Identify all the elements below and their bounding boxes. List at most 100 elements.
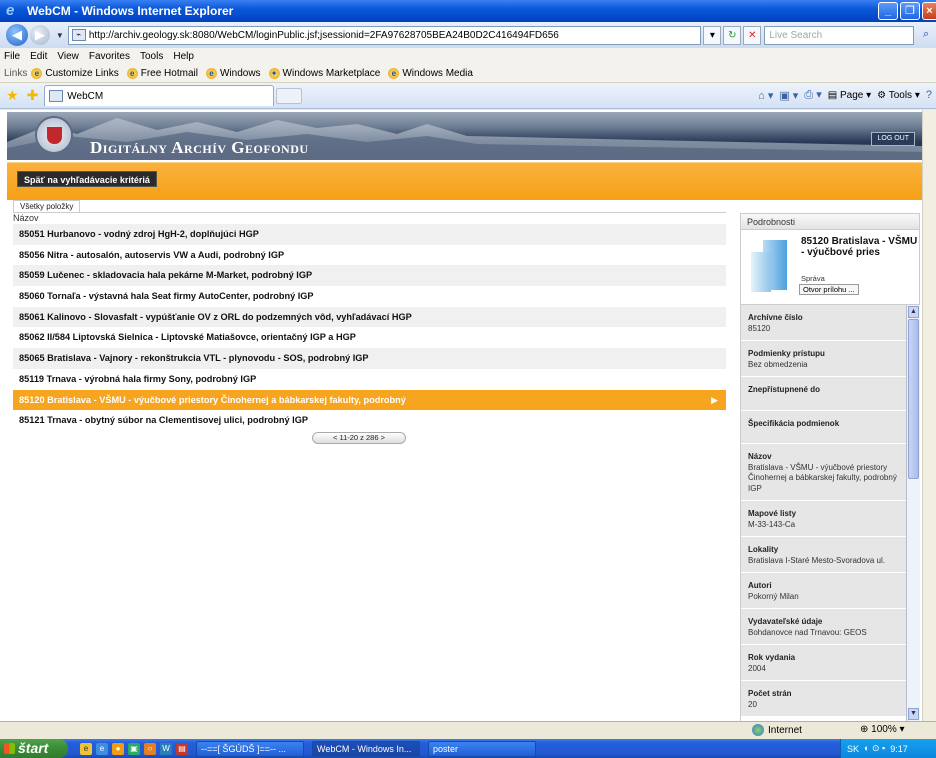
list-item-selected[interactable]: 85120 Bratislava - VŠMU - výučbové pries… (13, 389, 726, 411)
scroll-down-icon[interactable]: ▼ (908, 708, 919, 720)
ie-logo-icon: e (6, 2, 15, 19)
window-controls: _ ❐ × (878, 2, 936, 20)
quicklaunch-icon[interactable]: ○ (144, 742, 156, 755)
tab-bar: ★ ✚ WebCM ⌂ ▾ ▣ ▾ ⎙ ▾ ▤ Page ▾ ⚙ Tools ▾… (0, 83, 936, 109)
list-item[interactable]: 85065 Bratislava - Vajnory - rekonštrukc… (13, 348, 726, 369)
page-scrollbar[interactable] (922, 110, 936, 721)
refresh-icon[interactable]: ↻ (723, 25, 742, 45)
logout-button[interactable]: LOG OUT (871, 132, 915, 146)
document-icon (749, 240, 791, 292)
taskbar-task-sgudš[interactable]: --==[ ŠGÚDŠ ]==-- ... (196, 740, 304, 757)
field-archive-number: Archívne číslo 85120 (741, 305, 906, 341)
list-item[interactable]: 85051 Hurbanovo - vodný zdroj HgH-2, dop… (13, 224, 726, 245)
column-header-name[interactable]: Názov (13, 212, 726, 224)
links-label: Links (4, 68, 28, 79)
maximize-button[interactable]: ❐ (900, 2, 920, 20)
forward-arrow-icon[interactable]: ▶ (29, 25, 50, 45)
list-item[interactable]: 85121 Trnava - obytný súbor na Clementis… (13, 410, 726, 431)
windows-flag-icon (4, 743, 15, 754)
web-content: Digitálny Archív Geofondu LOG OUT Späť n… (0, 110, 922, 721)
language-indicator[interactable]: SK (847, 744, 859, 754)
pager-control[interactable]: < 11-20 z 286 > (312, 432, 406, 444)
list-item[interactable]: 85056 Nitra - autosalón, autoservis VW a… (13, 244, 726, 266)
link-windows[interactable]: e Windows (205, 68, 261, 79)
stop-icon[interactable]: ✕ (743, 25, 762, 45)
link-marketplace[interactable]: ✦ Windows Marketplace (268, 68, 380, 79)
windows-flag-icon: ✦ (268, 68, 280, 79)
back-arrow-icon[interactable]: ◀ (6, 24, 28, 46)
field-localities: Lokality Bratislava I-Staré Mesto-Svorado… (741, 537, 906, 573)
quicklaunch-icon[interactable]: W (160, 742, 172, 755)
print-icon[interactable]: ⎙ ▾ (804, 88, 821, 102)
scroll-up-icon[interactable]: ▲ (908, 306, 919, 318)
menu-help[interactable]: Help (173, 51, 194, 62)
field-conditions-spec: Špecifikácia podmienok (741, 410, 906, 444)
search-icon[interactable]: ⌕ (916, 26, 936, 45)
menu-favorites[interactable]: Favorites (89, 51, 130, 62)
live-search-input[interactable]: Live Search (764, 25, 915, 45)
favorites-star-icon[interactable]: ★ (6, 87, 19, 104)
ie-quicklaunch-icon[interactable]: e (96, 742, 108, 755)
details-card: 85120 Bratislava - VŠMU - výučbové pries… (740, 230, 920, 305)
list-item[interactable]: 85062 II/584 Liptovská Sielnica - Liptov… (13, 327, 726, 349)
home-icon[interactable]: ⌂ ▾ (758, 89, 773, 102)
new-tab-button[interactable] (276, 87, 303, 104)
window-title: WebCM - Windows Internet Explorer (27, 4, 234, 18)
system-tray: SK ◐ ⊙ ▪ 9:17 (840, 739, 936, 758)
quicklaunch-icon[interactable]: ▣ (128, 742, 140, 755)
field-access-conditions: Podmienky prístupu Bez obmedzenia (741, 341, 906, 377)
menu-bar: File Edit View Favorites Tools Help (0, 48, 936, 65)
close-button[interactable]: × (922, 2, 936, 20)
minimize-button[interactable]: _ (878, 2, 898, 20)
back-to-search-button[interactable]: Späť na vyhľadávacie kritériá (17, 171, 157, 187)
list-item[interactable]: 85119 Trnava - výrobná hala firmy Sony, … (13, 368, 726, 390)
site-title: Digitálny Archív Geofondu (90, 138, 309, 157)
tools-menu[interactable]: ⚙ Tools ▾ (877, 90, 920, 101)
command-bar: ⌂ ▾ ▣ ▾ ⎙ ▾ ▤ Page ▾ ⚙ Tools ▾ ? (758, 88, 932, 102)
menu-file[interactable]: File (4, 51, 20, 62)
link-customize[interactable]: e Customize Links (31, 68, 119, 79)
list-item[interactable]: 85059 Lučenec - skladovacia hala pekárne… (13, 265, 726, 287)
url-dropdown-icon[interactable]: ▾ (703, 25, 722, 45)
field-year: Rok vydania 2004 (741, 645, 906, 681)
results-list: 85051 Hurbanovo - vodný zdroj HgH-2, dop… (13, 224, 726, 431)
feeds-icon[interactable]: ▣ ▾ (779, 89, 798, 102)
tab-all-items[interactable]: Všetky položky (13, 200, 81, 212)
tray-icons[interactable]: ◐ ⊙ ▪ (864, 743, 885, 754)
links-bar: Links e Customize Links e Free Hotmail e Wi… (0, 65, 936, 83)
list-item[interactable]: 85060 Tornaľa - výstavná hala Seat firmy… (13, 286, 726, 307)
list-item[interactable]: 85061 Kalinovo - Slovasfalt - vypúšťanie… (13, 306, 726, 328)
taskbar: štart e e ● ▣ ○ W ▤ --==[ ŠGÚDŠ ]==-- ..… (0, 739, 936, 758)
recent-pages-dropdown[interactable]: ▼ (56, 31, 64, 40)
link-windows-media[interactable]: e Windows Media (388, 68, 473, 79)
open-attachment-button[interactable]: Otvor prílohu ... (799, 284, 859, 295)
start-button[interactable]: štart (0, 739, 68, 758)
details-scrollbar[interactable]: ▲ ▼ (906, 305, 920, 721)
tab-label: WebCM (67, 90, 104, 102)
security-zone: Internet (752, 724, 802, 736)
status-bar: Internet ⊕ 100% ▾ (0, 721, 936, 739)
tab-webcm[interactable]: WebCM (44, 85, 275, 106)
scroll-thumb[interactable] (908, 319, 919, 479)
details-sprava: Správa (801, 274, 825, 283)
help-icon[interactable]: ? (926, 89, 932, 101)
link-hotmail[interactable]: e Free Hotmail (126, 68, 198, 79)
add-favorites-icon[interactable]: ✚ (27, 87, 39, 104)
selection-arrow-icon: ▶ (711, 394, 718, 405)
page-menu[interactable]: ▤ Page ▾ (828, 90, 871, 101)
quicklaunch-icon[interactable]: ● (112, 742, 124, 755)
taskbar-task-poster[interactable]: poster (428, 740, 536, 757)
ie-page-icon: e (205, 68, 217, 79)
menu-edit[interactable]: Edit (30, 51, 47, 62)
ie-page-icon: e (31, 68, 43, 79)
ie-page-icon: e (388, 68, 400, 79)
taskbar-task-webcm[interactable]: WebCM - Windows In... (312, 740, 420, 757)
list-item-label: 85120 Bratislava - VŠMU - výučbové pries… (19, 394, 406, 405)
window-titlebar: e WebCM - Windows Internet Explorer _ ❐ … (0, 0, 936, 22)
quicklaunch-icon[interactable]: e (80, 742, 92, 755)
menu-tools[interactable]: Tools (140, 51, 163, 62)
url-field[interactable]: ⌁ http://archiv.geology.sk:8080/WebCM/lo… (67, 25, 702, 45)
menu-view[interactable]: View (57, 51, 79, 62)
zoom-control[interactable]: ⊕ 100% ▾ (860, 724, 905, 735)
quicklaunch-icon[interactable]: ▤ (176, 742, 188, 755)
